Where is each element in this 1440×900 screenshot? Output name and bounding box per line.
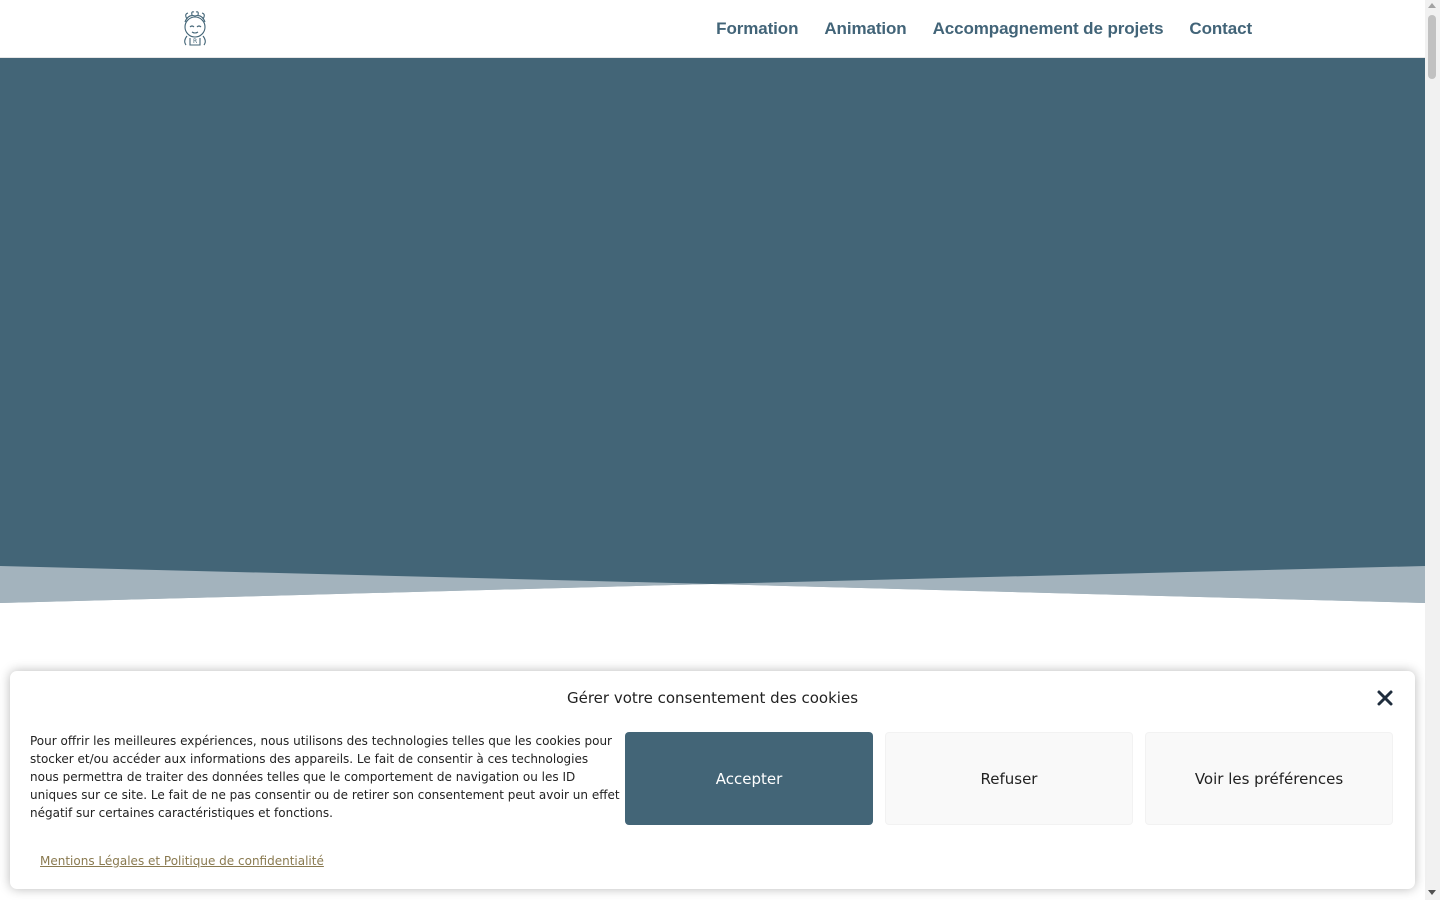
main-nav: Formation Animation Accompagnement de pr…: [716, 0, 1252, 57]
scroll-down-arrow-icon[interactable]: [1428, 890, 1436, 895]
close-icon[interactable]: [1375, 688, 1395, 708]
cookie-banner-message: Pour offrir les meilleures expériences, …: [30, 734, 620, 820]
hero-wave-divider: [0, 566, 1425, 606]
nav-item-accompagnement[interactable]: Accompagnement de projets: [933, 19, 1164, 39]
logo-icon[interactable]: R: [178, 10, 212, 47]
cookie-banner-title: Gérer votre consentement des cookies: [566, 689, 859, 707]
cookie-consent-banner: Gérer votre consentement des cookies Pou…: [10, 671, 1415, 889]
svg-text:R: R: [193, 38, 197, 45]
refuse-button[interactable]: Refuser: [885, 732, 1133, 825]
scroll-thumb[interactable]: [1428, 15, 1436, 79]
accept-button[interactable]: Accepter: [625, 732, 873, 825]
view-preferences-button[interactable]: Voir les préférences: [1145, 732, 1393, 825]
legal-privacy-link[interactable]: Mentions Légales et Politique de confide…: [40, 854, 324, 868]
nav-item-formation[interactable]: Formation: [716, 19, 798, 39]
nav-item-contact[interactable]: Contact: [1189, 19, 1252, 39]
hero-banner: [0, 58, 1425, 603]
site-header: R Formation Animation Accompagnement de …: [0, 0, 1425, 58]
scroll-up-arrow-icon[interactable]: [1428, 3, 1436, 8]
nav-item-animation[interactable]: Animation: [824, 19, 906, 39]
page-scrollbar[interactable]: [1425, 0, 1440, 900]
